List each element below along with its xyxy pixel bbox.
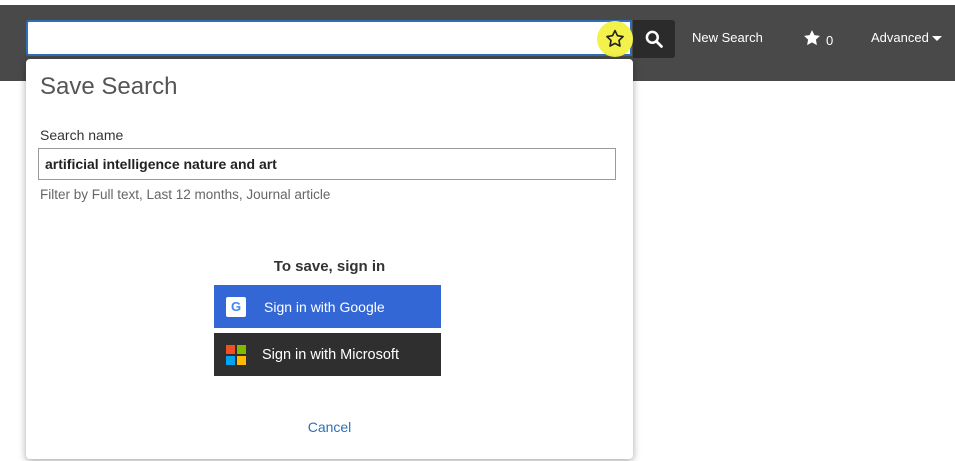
search-button[interactable] xyxy=(633,20,675,58)
save-search-star-button[interactable] xyxy=(597,21,633,57)
search-input[interactable] xyxy=(26,20,632,56)
sign-in-microsoft-button[interactable]: Sign in with Microsoft xyxy=(214,333,441,376)
filter-summary: Filter by Full text, Last 12 months, Jou… xyxy=(40,187,331,202)
cancel-link[interactable]: Cancel xyxy=(26,419,633,435)
favorites-count: 0 xyxy=(826,32,834,48)
modal-title: Save Search xyxy=(40,73,178,100)
save-search-modal: Save Search Search name Filter by Full t… xyxy=(26,59,633,459)
caret-down-icon xyxy=(931,36,942,41)
star-filled-icon xyxy=(804,30,820,46)
magnifier-icon xyxy=(645,30,663,48)
search-name-input[interactable] xyxy=(38,148,616,180)
star-outline-icon xyxy=(606,29,624,47)
advanced-label: Advanced xyxy=(871,30,929,45)
top-strip xyxy=(0,0,955,5)
google-g-icon: G xyxy=(226,296,246,317)
google-button-label: Sign in with Google xyxy=(264,298,385,315)
favorites-link[interactable]: 0 xyxy=(802,28,833,48)
advanced-dropdown[interactable]: Advanced xyxy=(871,30,942,45)
search-name-label: Search name xyxy=(40,127,124,143)
new-search-link[interactable]: New Search xyxy=(692,30,763,45)
microsoft-button-label: Sign in with Microsoft xyxy=(262,346,399,363)
sign-in-google-button[interactable]: G Sign in with Google xyxy=(214,285,441,328)
microsoft-logo-icon xyxy=(226,344,246,365)
signin-heading: To save, sign in xyxy=(273,258,386,275)
